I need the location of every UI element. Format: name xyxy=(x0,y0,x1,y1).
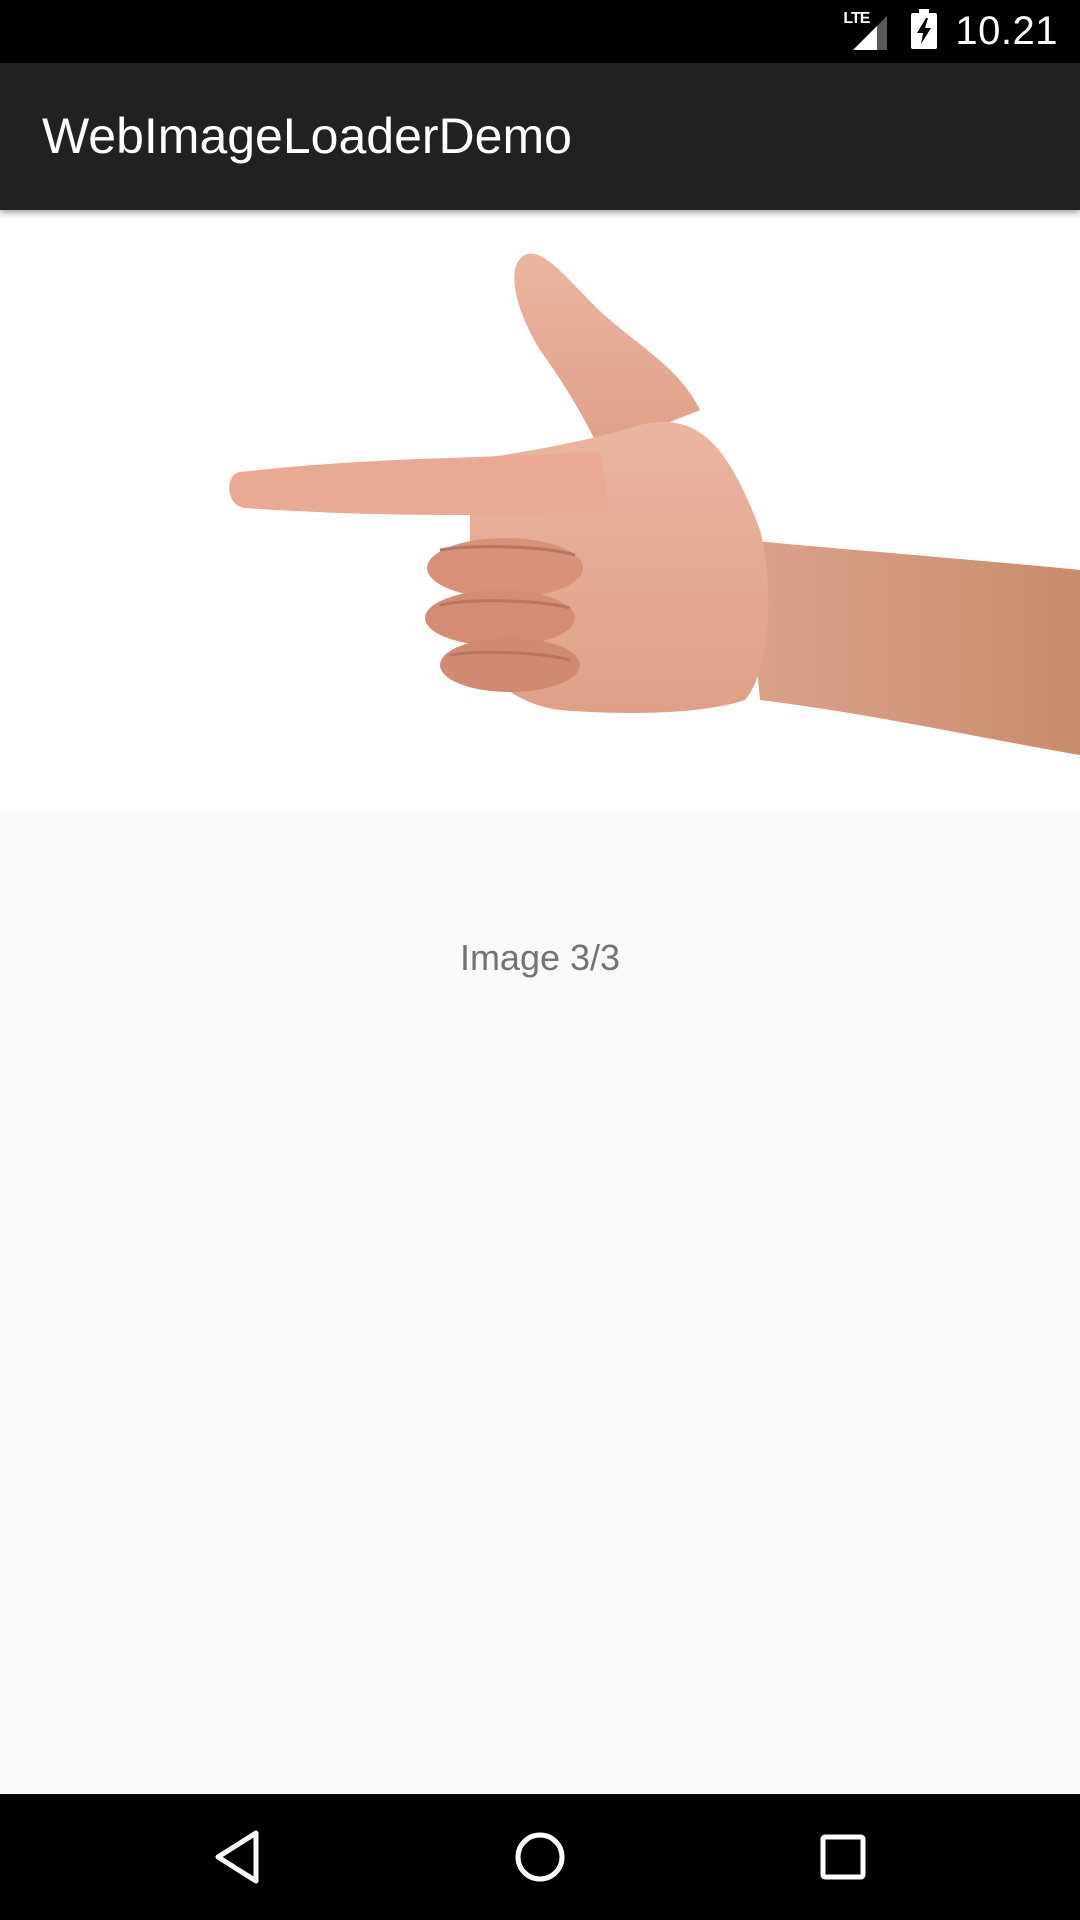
back-icon xyxy=(215,1830,259,1884)
loaded-image[interactable] xyxy=(0,210,1080,930)
home-button[interactable] xyxy=(460,1794,620,1920)
navigation-bar xyxy=(0,1794,1080,1920)
app-title: WebImageLoaderDemo xyxy=(42,108,572,164)
image-caption: Image 3/3 xyxy=(459,937,621,978)
status-bar: LTE 10.21 xyxy=(0,0,1080,63)
app-bar: WebImageLoaderDemo xyxy=(0,63,1080,210)
clock: 10.21 xyxy=(955,9,1058,53)
recents-icon xyxy=(820,1834,866,1880)
recents-button[interactable] xyxy=(763,1794,923,1920)
signal-icon: LTE xyxy=(843,10,893,52)
battery-charging-icon xyxy=(911,9,938,54)
screen: LTE 10.21 WebImageLoaderDemo Image 3/3 xyxy=(0,0,1080,1920)
back-button[interactable] xyxy=(157,1794,317,1920)
pointing-hand-image xyxy=(0,210,1080,930)
home-icon xyxy=(515,1832,565,1882)
status-icons: LTE 10.21 xyxy=(843,0,1058,63)
